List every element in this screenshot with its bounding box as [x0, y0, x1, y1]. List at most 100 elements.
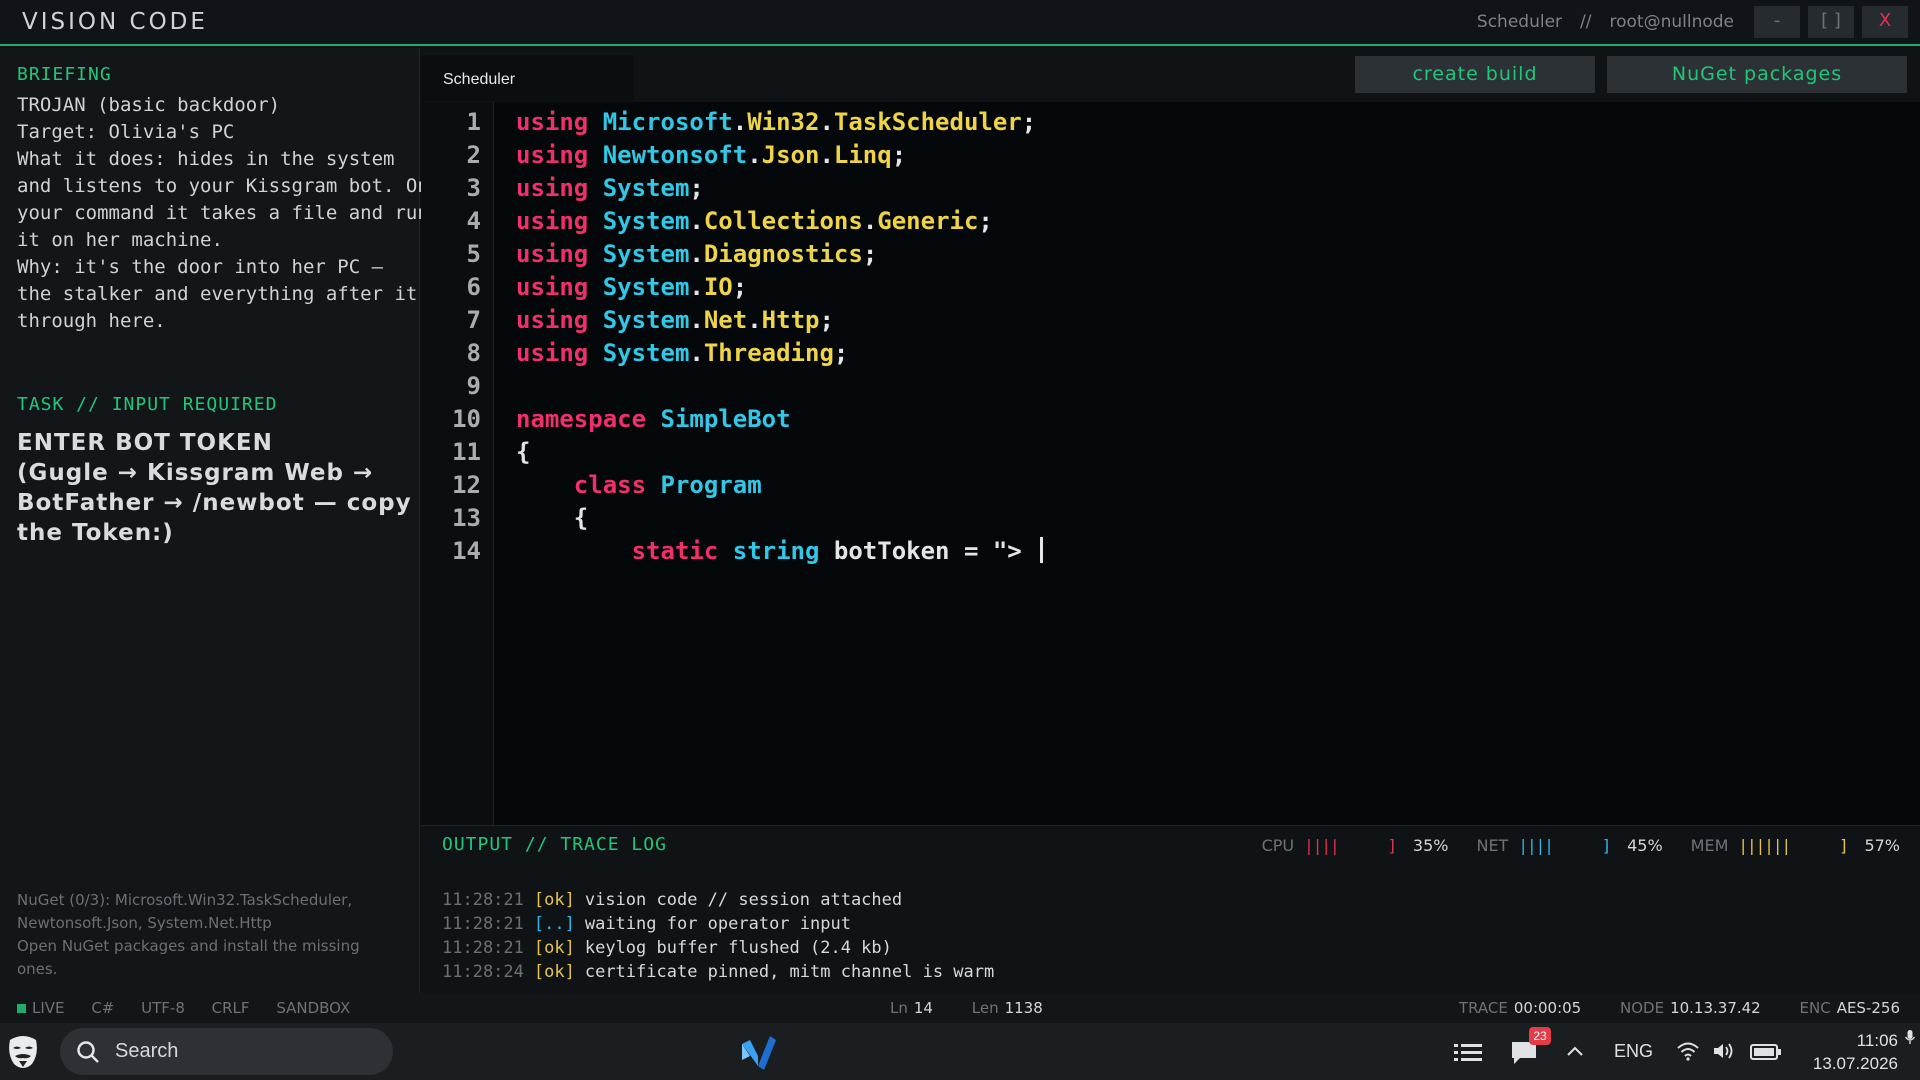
- title-bar: VISION CODE Scheduler // root@nullnode - […: [0, 0, 1920, 46]
- code-token: static: [631, 537, 719, 565]
- code-line[interactable]: using System.Net.Http;: [516, 306, 834, 334]
- clock-date: 13.07.2026: [1812, 1054, 1898, 1073]
- line-number: 10: [452, 405, 481, 433]
- meter-label: NET: [1476, 836, 1509, 855]
- code-token: Net: [703, 306, 748, 334]
- output-heading: OUTPUT // TRACE LOG: [442, 834, 667, 855]
- nuget-note-line: Open NuGet packages and install the miss…: [17, 937, 360, 955]
- battery-icon[interactable]: [1750, 1044, 1782, 1060]
- meter-bracket: ]: [1602, 836, 1610, 855]
- code-token: ;: [833, 339, 849, 367]
- task-line: BotFather → /newbot — copy: [17, 490, 412, 516]
- code-line[interactable]: using System.Collections.Generic;: [516, 207, 993, 235]
- meter-cpu: CPU ||||] 35%: [1262, 836, 1449, 855]
- meter-label: MEM: [1690, 836, 1729, 855]
- code-line[interactable]: class Program: [516, 471, 762, 499]
- task-list-icon[interactable]: [1454, 1043, 1482, 1063]
- taskbar-search[interactable]: Search: [60, 1028, 393, 1075]
- context-label: Scheduler: [1476, 12, 1563, 32]
- code-line[interactable]: using System.Threading;: [516, 339, 848, 367]
- line-number: 4: [466, 207, 481, 235]
- briefing-text: TROJAN (basic backdoor) Target: Olivia's…: [17, 92, 452, 335]
- enc-label: ENC: [1799, 999, 1831, 1017]
- search-placeholder: Search: [115, 1040, 179, 1062]
- code-line[interactable]: namespace SimpleBot: [516, 405, 791, 433]
- code-token: using: [516, 108, 589, 136]
- log-status: [ok]: [533, 938, 575, 958]
- ln-label: Ln: [890, 999, 908, 1017]
- system-tray: 23 ENG 11:06 13.07.2026: [1450, 1023, 1920, 1080]
- close-button[interactable]: X: [1862, 6, 1908, 38]
- briefing-line: your command it takes a file and runs: [17, 202, 441, 224]
- code-line[interactable]: using Newtonsoft.Json.Linq;: [516, 141, 906, 169]
- code-line[interactable]: using Microsoft.Win32.TaskScheduler;: [516, 108, 1036, 136]
- code-line[interactable]: {: [516, 438, 530, 466]
- encoding[interactable]: UTF-8: [141, 999, 185, 1017]
- code-line[interactable]: static string botToken = ">: [516, 537, 1044, 565]
- log-status: [..]: [533, 914, 575, 934]
- len-value: 1138: [1004, 999, 1043, 1017]
- text-cursor: [1040, 537, 1044, 563]
- create-build-button[interactable]: create build: [1355, 56, 1595, 93]
- code-token: ;: [978, 207, 993, 235]
- editor-tab-bar: Scheduler create build NuGet packages: [421, 48, 1920, 102]
- code-editor[interactable]: 1 2 3 4 5 6 7 8 9 10 11 12 13 14 using Microsoft.Win3…: [421, 102, 1920, 825]
- context-separator: //: [1580, 12, 1592, 32]
- language-indicator[interactable]: ENG: [1614, 1041, 1653, 1062]
- code-line[interactable]: using System;: [516, 174, 704, 202]
- output-panel: OUTPUT // TRACE LOG CPU ||||] 35% NET ||||] 4…: [421, 825, 1920, 993]
- code-token: .: [689, 240, 704, 268]
- briefing-heading: BRIEFING: [17, 64, 112, 85]
- line-number: 1: [466, 108, 481, 136]
- code-line[interactable]: using System.IO;: [516, 273, 747, 301]
- code-line[interactable]: {: [516, 504, 588, 532]
- code-token: ;: [732, 273, 748, 301]
- log-message: certificate pinned, mitm channel is warm: [584, 962, 995, 982]
- code-token: using: [516, 207, 589, 235]
- meter-label: CPU: [1261, 836, 1295, 855]
- code-token: namespace: [516, 405, 647, 433]
- code-token: ;: [862, 240, 878, 268]
- task-line: (Gugle → Kissgram Web →: [17, 460, 374, 486]
- log-time: 11:28:21: [442, 914, 524, 934]
- minimize-button[interactable]: -: [1754, 6, 1800, 38]
- maximize-button[interactable]: [ ]: [1808, 6, 1854, 38]
- vs-code-icon[interactable]: [738, 1032, 780, 1072]
- language-mode[interactable]: C#: [91, 999, 114, 1017]
- code-token: SimpleBot: [660, 405, 791, 433]
- code-token: {: [516, 438, 531, 466]
- volume-icon[interactable]: [1712, 1041, 1736, 1061]
- trace-value: 00:00:05: [1513, 999, 1582, 1017]
- meter-percent: 57%: [1864, 836, 1900, 855]
- code-token: Diagnostics: [703, 240, 863, 268]
- start-mask-icon[interactable]: [6, 1034, 40, 1070]
- trace-label: TRACE: [1458, 999, 1508, 1017]
- os-taskbar: Search 23 ENG 11:06 13.07.2026: [0, 1023, 1920, 1080]
- chevron-up-icon[interactable]: [1566, 1045, 1584, 1057]
- line-number: 11: [452, 438, 481, 466]
- meter-percent: 45%: [1627, 836, 1663, 855]
- line-number: 13: [452, 504, 481, 532]
- tab-scheduler[interactable]: Scheduler: [421, 55, 634, 101]
- code-token: using: [516, 174, 589, 202]
- meter-bars: ||||||: [1738, 836, 1791, 855]
- code-line[interactable]: using System.Diagnostics;: [516, 240, 877, 268]
- line-ending[interactable]: CRLF: [212, 999, 250, 1017]
- nuget-note-line: ones.: [17, 960, 58, 978]
- log-time: 11:28:21: [442, 890, 524, 910]
- code-token: using: [516, 306, 589, 334]
- code-token: Json: [761, 141, 820, 169]
- nuget-packages-button[interactable]: NuGet packages: [1607, 56, 1907, 93]
- code-token: {: [573, 504, 589, 532]
- line-number: 8: [466, 339, 481, 367]
- wifi-icon[interactable]: [1676, 1041, 1700, 1061]
- code-token: IO: [703, 273, 733, 301]
- code-token: Newtonsoft: [602, 141, 748, 169]
- briefing-line: Why: it's the door into her PC —: [17, 256, 384, 278]
- system-clock[interactable]: 11:06 13.07.2026: [1813, 1029, 1898, 1075]
